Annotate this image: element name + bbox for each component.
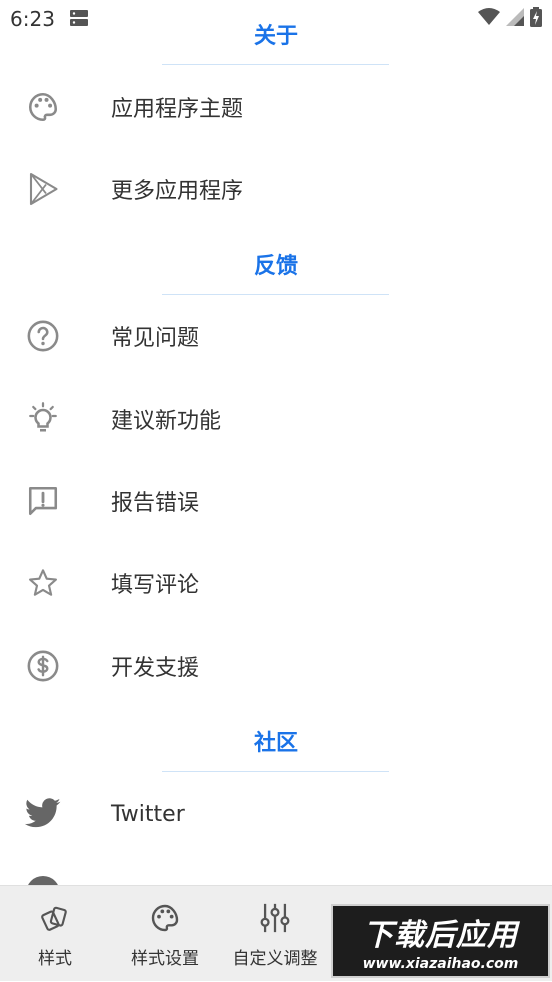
menu-item-label: Twitter xyxy=(111,801,185,827)
nav-item-label: 样式 xyxy=(38,949,72,969)
help-circle-icon xyxy=(24,317,62,355)
nav-item-custom-adjust[interactable]: 自定义调整 xyxy=(220,886,330,982)
menu-item-label: 更多应用程序 xyxy=(111,179,244,204)
menu-item-twitter[interactable]: Twitter xyxy=(0,779,552,849)
section-header-feedback: 反馈 xyxy=(253,254,298,279)
palette-icon xyxy=(147,900,183,936)
play-store-icon xyxy=(24,170,62,208)
menu-item-support-dev[interactable]: 开发支援 xyxy=(0,631,552,701)
menu-item-faq[interactable]: 常见问题 xyxy=(0,301,552,371)
watermark-url: www.xiazaihao.com xyxy=(362,956,519,972)
nav-item-label: 自定义调整 xyxy=(232,949,318,969)
section-divider xyxy=(162,64,389,65)
palette-icon xyxy=(24,88,62,126)
menu-item-write-review[interactable]: 填写评论 xyxy=(0,548,552,618)
menu-item-label: 常见问题 xyxy=(111,326,200,351)
menu-item-app-theme[interactable]: 应用程序主题 xyxy=(0,72,552,142)
section-divider xyxy=(162,771,389,772)
menu-item-suggest-feature[interactable]: 建议新功能 xyxy=(0,384,552,454)
twitter-icon xyxy=(24,795,62,833)
cards-icon xyxy=(37,900,73,936)
menu-item-label: 建议新功能 xyxy=(111,409,222,434)
nav-item-styles[interactable]: 样式 xyxy=(0,886,110,982)
lightbulb-icon xyxy=(24,400,62,438)
section-divider xyxy=(162,294,389,295)
menu-item-label: 填写评论 xyxy=(111,573,200,598)
feedback-icon xyxy=(24,482,62,520)
nav-item-style-settings[interactable]: 样式设置 xyxy=(110,886,220,982)
sliders-icon xyxy=(257,900,293,936)
star-icon xyxy=(24,564,62,602)
section-header-community: 社区 xyxy=(253,731,298,756)
dollar-circle-icon xyxy=(24,647,62,685)
menu-item-label: 应用程序主题 xyxy=(111,97,244,122)
menu-item-label: 开发支援 xyxy=(111,656,200,681)
menu-item-label: 报告错误 xyxy=(111,491,200,516)
nav-item-label: 样式设置 xyxy=(131,949,199,969)
section-header-about: 关于 xyxy=(253,24,298,49)
menu-item-report-bug[interactable]: 报告错误 xyxy=(0,466,552,536)
menu-item-more-apps[interactable]: 更多应用程序 xyxy=(0,154,552,224)
watermark: 下载后应用 www.xiazaihao.com xyxy=(331,904,550,978)
watermark-title: 下载后应用 xyxy=(363,918,518,953)
